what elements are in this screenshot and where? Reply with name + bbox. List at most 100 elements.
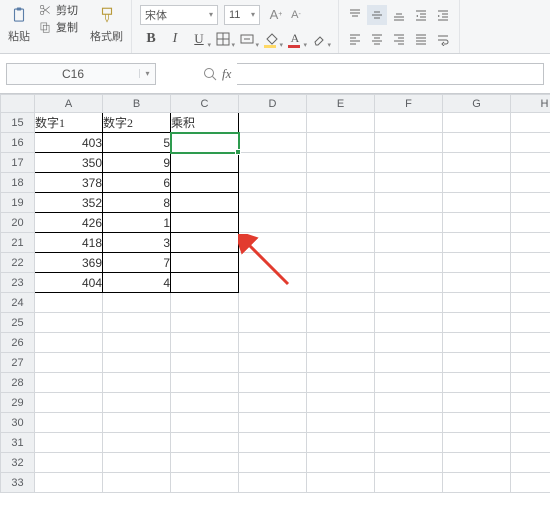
cell-G23[interactable] [443,273,511,293]
borders-button[interactable]: ▾ [212,29,234,49]
cell-H19[interactable] [511,193,550,213]
cell-G15[interactable] [443,113,511,133]
cell-B17[interactable]: 9 [103,153,171,173]
cell-F25[interactable] [375,313,443,333]
cell-G27[interactable] [443,353,511,373]
cell-A25[interactable] [35,313,103,333]
cell-H17[interactable] [511,153,550,173]
cell-C19[interactable] [171,193,239,213]
cell-D26[interactable] [239,333,307,353]
paste-button[interactable]: 粘贴 [6,2,32,46]
cell-A28[interactable] [35,373,103,393]
cell-C27[interactable] [171,353,239,373]
cell-F33[interactable] [375,473,443,493]
bold-button[interactable]: B [140,29,162,49]
row-header-16[interactable]: 16 [1,133,35,153]
cell-G22[interactable] [443,253,511,273]
row-header-21[interactable]: 21 [1,233,35,253]
cell-D30[interactable] [239,413,307,433]
row-header-28[interactable]: 28 [1,373,35,393]
cell-C28[interactable] [171,373,239,393]
align-bottom-button[interactable] [389,5,409,25]
cell-C16[interactable] [171,133,239,153]
cell-B22[interactable]: 7 [103,253,171,273]
cell-F22[interactable] [375,253,443,273]
cell-C24[interactable] [171,293,239,313]
cell-C17[interactable] [171,153,239,173]
cell-F20[interactable] [375,213,443,233]
cell-F16[interactable] [375,133,443,153]
row-header-32[interactable]: 32 [1,453,35,473]
font-color-button[interactable]: A ▾ [284,29,306,49]
cell-B30[interactable] [103,413,171,433]
cell-F26[interactable] [375,333,443,353]
cell-G28[interactable] [443,373,511,393]
cell-F18[interactable] [375,173,443,193]
cell-B18[interactable]: 6 [103,173,171,193]
cell-E22[interactable] [307,253,375,273]
col-header-B[interactable]: B [103,95,171,113]
cell-E27[interactable] [307,353,375,373]
cell-D15[interactable] [239,113,307,133]
cell-D18[interactable] [239,173,307,193]
cell-E32[interactable] [307,453,375,473]
cell-H21[interactable] [511,233,550,253]
cell-A23[interactable]: 404 [35,273,103,293]
row-header-23[interactable]: 23 [1,273,35,293]
cell-F17[interactable] [375,153,443,173]
cell-E24[interactable] [307,293,375,313]
cell-E23[interactable] [307,273,375,293]
cell-H24[interactable] [511,293,550,313]
cell-D31[interactable] [239,433,307,453]
cell-H18[interactable] [511,173,550,193]
cell-H28[interactable] [511,373,550,393]
cell-H33[interactable] [511,473,550,493]
cell-C15[interactable]: 乘积 [171,113,239,133]
cell-E16[interactable] [307,133,375,153]
cell-A20[interactable]: 426 [35,213,103,233]
row-header-15[interactable]: 15 [1,113,35,133]
cell-G26[interactable] [443,333,511,353]
cell-B29[interactable] [103,393,171,413]
cell-B19[interactable]: 8 [103,193,171,213]
cell-A33[interactable] [35,473,103,493]
cell-F31[interactable] [375,433,443,453]
cell-E29[interactable] [307,393,375,413]
cell-H25[interactable] [511,313,550,333]
cell-E15[interactable] [307,113,375,133]
cell-C23[interactable] [171,273,239,293]
cell-C26[interactable] [171,333,239,353]
col-header-C[interactable]: C [171,95,239,113]
cut-button[interactable]: 剪切 [36,2,80,18]
cell-F32[interactable] [375,453,443,473]
cell-H15[interactable] [511,113,550,133]
cell-F29[interactable] [375,393,443,413]
grow-font-button[interactable]: A+ [266,5,286,25]
cell-H16[interactable] [511,133,550,153]
row-header-19[interactable]: 19 [1,193,35,213]
cell-C22[interactable] [171,253,239,273]
cell-B24[interactable] [103,293,171,313]
cell-B16[interactable]: 5 [103,133,171,153]
cell-D32[interactable] [239,453,307,473]
formula-input[interactable] [237,63,544,85]
row-header-33[interactable]: 33 [1,473,35,493]
font-name-select[interactable]: 宋体 ▾ [140,5,218,25]
col-header-F[interactable]: F [375,95,443,113]
col-header-H[interactable]: H [511,95,550,113]
cell-B28[interactable] [103,373,171,393]
cell-A16[interactable]: 403 [35,133,103,153]
cell-B15[interactable]: 数字2 [103,113,171,133]
cell-B25[interactable] [103,313,171,333]
row-header-27[interactable]: 27 [1,353,35,373]
cell-F30[interactable] [375,413,443,433]
cell-F23[interactable] [375,273,443,293]
cell-D19[interactable] [239,193,307,213]
cell-H20[interactable] [511,213,550,233]
row-header-18[interactable]: 18 [1,173,35,193]
row-header-25[interactable]: 25 [1,313,35,333]
cell-D21[interactable] [239,233,307,253]
cell-A30[interactable] [35,413,103,433]
cell-E25[interactable] [307,313,375,333]
cell-B27[interactable] [103,353,171,373]
